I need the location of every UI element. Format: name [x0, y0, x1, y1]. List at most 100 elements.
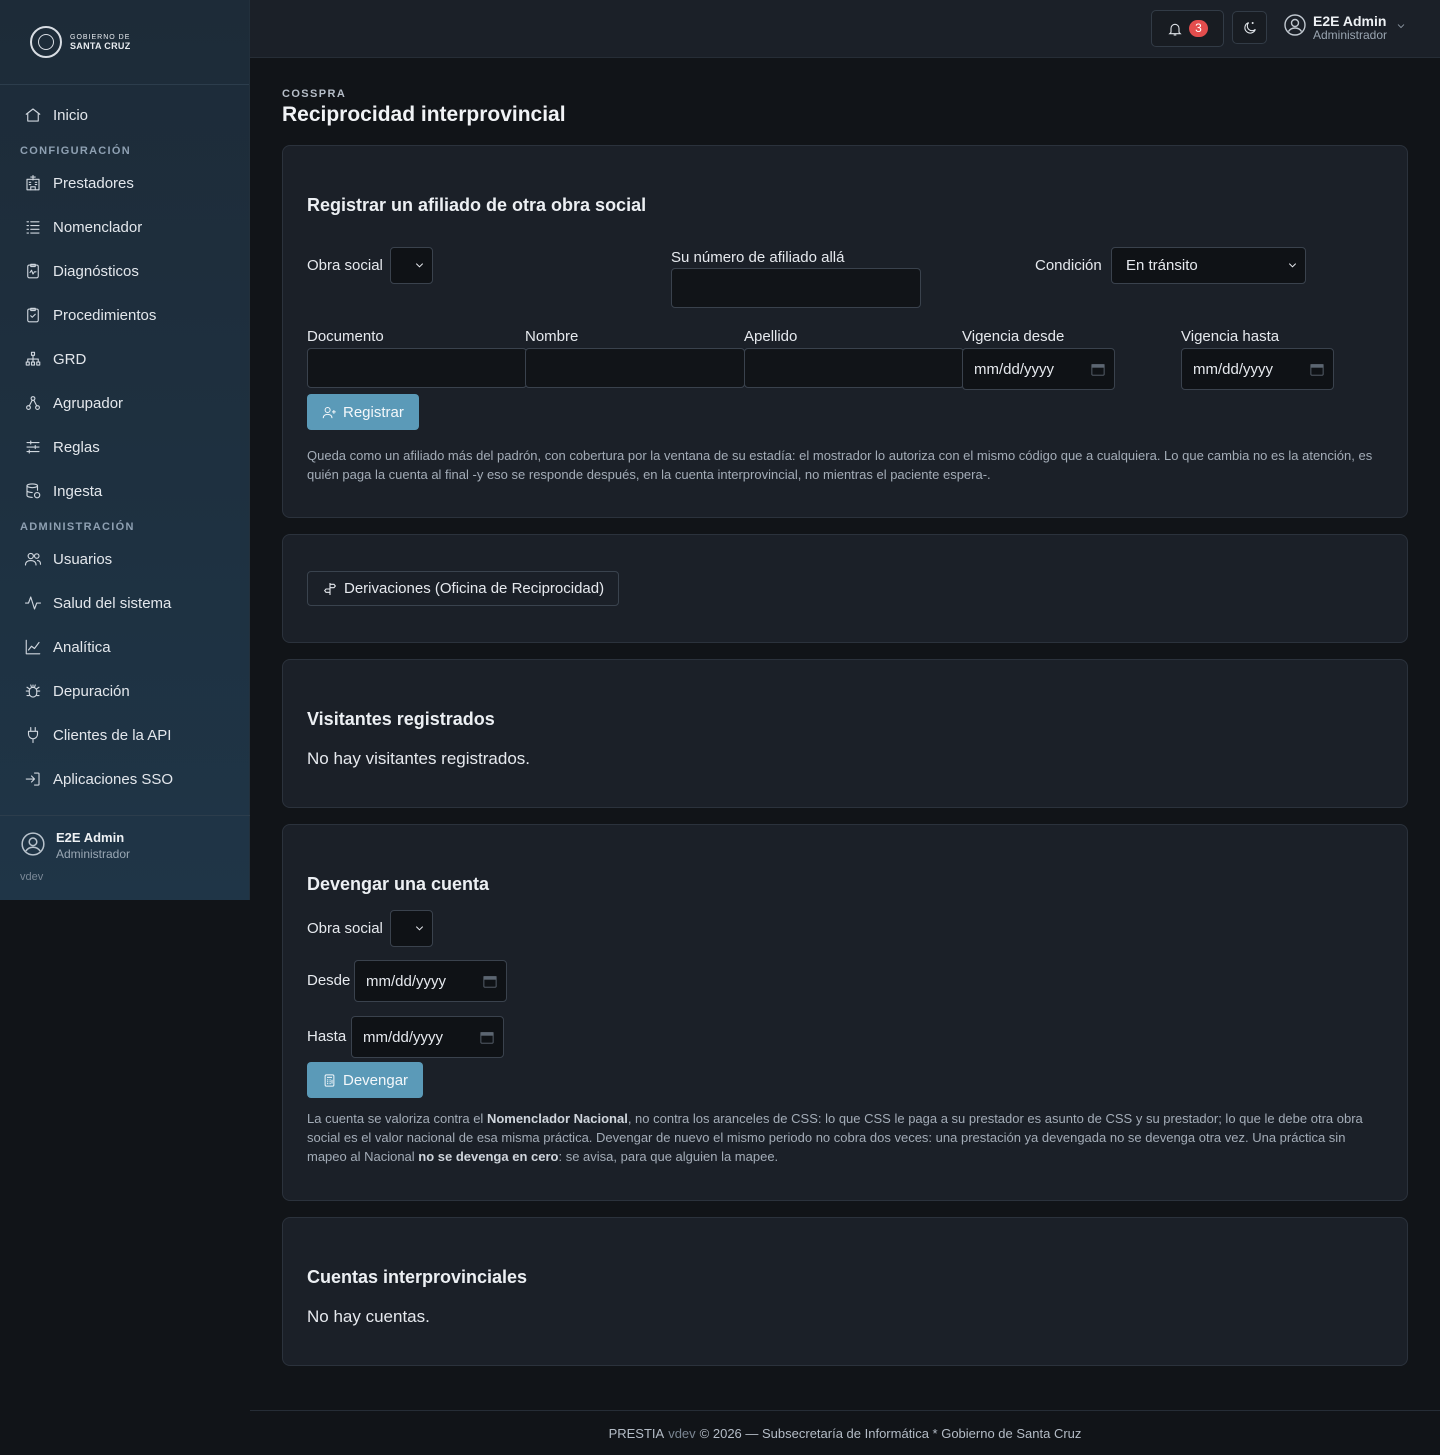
- sidebar-user[interactable]: E2E Admin Administrador vdev: [0, 815, 250, 900]
- vigencia-desde-input[interactable]: mm/dd/yyyy: [962, 348, 1115, 390]
- sidebar-item-prestadores[interactable]: Prestadores: [0, 161, 249, 205]
- calendar-icon[interactable]: [483, 974, 497, 992]
- register-card: Registrar un afiliado de otra obra socia…: [282, 145, 1408, 518]
- hierarchy-icon: [25, 351, 41, 366]
- sidebar-nav: Inicio CONFIGURACIÓN Prestadores Nomencl…: [0, 85, 249, 801]
- chevron-down-icon: [1387, 19, 1407, 37]
- sidebar-item-ingesta[interactable]: Ingesta: [0, 469, 249, 513]
- hasta-input[interactable]: mm/dd/yyyy: [351, 1016, 504, 1058]
- sidebar-item-inicio[interactable]: Inicio: [0, 93, 249, 137]
- chevron-down-icon: [414, 257, 425, 274]
- afiliado-input[interactable]: [671, 268, 921, 308]
- section-administracion: ADMINISTRACIÓN: [20, 521, 135, 533]
- devengar-help-text: La cuenta se valoriza contra el Nomencla…: [307, 1111, 1363, 1164]
- chevron-down-icon: [1287, 257, 1298, 274]
- visitantes-empty: No hay visitantes registrados.: [307, 749, 530, 768]
- derivaciones-button[interactable]: Derivaciones (Oficina de Reciprocidad): [307, 571, 620, 606]
- brand-line2: SANTA CRUZ: [70, 41, 131, 51]
- sidebar-item-reglas[interactable]: Reglas: [0, 425, 249, 469]
- vigencia-hasta-label: Vigencia hasta: [1181, 328, 1280, 345]
- home-icon: [25, 108, 41, 122]
- sliders-icon: [26, 440, 40, 454]
- condicion-value: En tránsito: [1126, 257, 1198, 274]
- topbar-user-name: E2E Admin: [1313, 12, 1387, 29]
- sidebar-item-salud[interactable]: Salud del sistema: [0, 581, 249, 625]
- sidebar-item-usuarios[interactable]: Usuarios: [0, 537, 249, 581]
- sidebar-item-sso[interactable]: Aplicaciones SSO: [0, 757, 249, 801]
- user-avatar-icon: [20, 831, 46, 862]
- hospital-icon: [26, 174, 40, 191]
- sidebar-item-agrupador[interactable]: Agrupador: [0, 381, 249, 425]
- obra-social-label: Obra social: [307, 257, 383, 274]
- list-icon: [26, 221, 40, 234]
- devengar-title: Devengar una cuenta: [307, 874, 490, 894]
- cuentas-title: Cuentas interprovinciales: [307, 1267, 528, 1287]
- devengar-card: Devengar una cuenta Obra social Desde mm…: [282, 824, 1408, 1201]
- hasta-label: Hasta: [307, 1028, 347, 1045]
- apellido-label: Apellido: [744, 328, 798, 345]
- plug-icon: [27, 726, 39, 744]
- apellido-input[interactable]: [744, 348, 964, 388]
- chart-line-icon: [25, 639, 41, 655]
- condicion-label: Condición: [1035, 257, 1102, 274]
- vigencia-desde-label: Vigencia desde: [962, 328, 1065, 345]
- user-menu[interactable]: E2E Admin Administrador: [1283, 13, 1407, 42]
- condicion-select[interactable]: En tránsito: [1111, 247, 1306, 284]
- date-placeholder: mm/dd/yyyy: [1193, 360, 1274, 378]
- calendar-icon[interactable]: [1310, 362, 1324, 380]
- devengar-button[interactable]: Devengar: [307, 1062, 424, 1098]
- clipboard-pulse-icon: [27, 263, 39, 279]
- desde-label: Desde: [307, 972, 351, 989]
- clipboard-check-icon: [27, 307, 39, 323]
- date-placeholder: mm/dd/yyyy: [363, 1028, 444, 1046]
- page-title: Reciprocidad interprovincial: [282, 103, 566, 126]
- brand-logo[interactable]: GOBIERNO DE SANTA CRUZ: [0, 0, 249, 85]
- sidebar-item-procedimientos[interactable]: Procedimientos: [0, 293, 249, 337]
- visitantes-card: Visitantes registrados No hay visitantes…: [282, 659, 1408, 808]
- activity-icon: [24, 596, 42, 610]
- database-icon: [26, 483, 41, 499]
- diagram-icon: [26, 396, 40, 410]
- desde-input[interactable]: mm/dd/yyyy: [354, 960, 507, 1002]
- sidebar: GOBIERNO DE SANTA CRUZ Inicio CONFIGURAC…: [0, 0, 250, 900]
- date-placeholder: mm/dd/yyyy: [974, 360, 1055, 378]
- notifications-badge: 3: [1189, 20, 1208, 37]
- chevron-down-icon: [414, 920, 425, 937]
- sidebar-item-clientes-api[interactable]: Clientes de la API: [0, 713, 249, 757]
- devengar-obra-social-select[interactable]: [390, 910, 433, 947]
- vigencia-hasta-input[interactable]: mm/dd/yyyy: [1181, 348, 1334, 390]
- register-title: Registrar un afiliado de otra obra socia…: [307, 195, 647, 215]
- sidebar-item-diagnosticos[interactable]: Diagnósticos: [0, 249, 249, 293]
- signpost-icon: [323, 582, 337, 595]
- theme-toggle-button[interactable]: [1232, 11, 1267, 44]
- notifications-button[interactable]: 3: [1151, 10, 1224, 47]
- obra-social-select[interactable]: [390, 247, 433, 284]
- register-help-text: Queda como un afiliado más del padrón, c…: [307, 448, 1373, 482]
- sidebar-item-analitica[interactable]: Analítica: [0, 625, 249, 669]
- bug-icon: [25, 684, 41, 698]
- derivaciones-card: Derivaciones (Oficina de Reciprocidad): [282, 534, 1408, 643]
- calculator-icon: [324, 1073, 335, 1087]
- bell-icon: [1168, 23, 1182, 36]
- sidebar-user-role: Administrador: [56, 847, 131, 861]
- page-eyebrow: COSSPRA: [282, 88, 347, 100]
- sidebar-item-grd[interactable]: GRD: [0, 337, 249, 381]
- sidebar-item-nomenclador[interactable]: Nomenclador: [0, 205, 249, 249]
- registrar-button[interactable]: Registrar: [307, 394, 419, 430]
- devengar-obra-social-label: Obra social: [307, 920, 383, 937]
- footer: PRESTIA vdev © 2026 — Subsecretaría de I…: [250, 1410, 1440, 1455]
- calendar-icon[interactable]: [1091, 362, 1105, 380]
- cuentas-card: Cuentas interprovinciales No hay cuentas…: [282, 1217, 1408, 1366]
- nombre-input[interactable]: [525, 348, 745, 388]
- calendar-icon[interactable]: [480, 1030, 494, 1048]
- topbar-user-role: Administrador: [1313, 27, 1388, 42]
- sidebar-user-name: E2E Admin: [56, 830, 125, 845]
- date-placeholder: mm/dd/yyyy: [366, 972, 447, 990]
- users-icon: [24, 552, 42, 566]
- version-label: vdev: [20, 871, 44, 883]
- user-avatar-icon: [1283, 13, 1307, 42]
- sidebar-item-depuracion[interactable]: Depuración: [0, 669, 249, 713]
- footer-version: vdev: [668, 1425, 696, 1441]
- documento-input[interactable]: [307, 348, 527, 388]
- seal-icon: [30, 26, 62, 58]
